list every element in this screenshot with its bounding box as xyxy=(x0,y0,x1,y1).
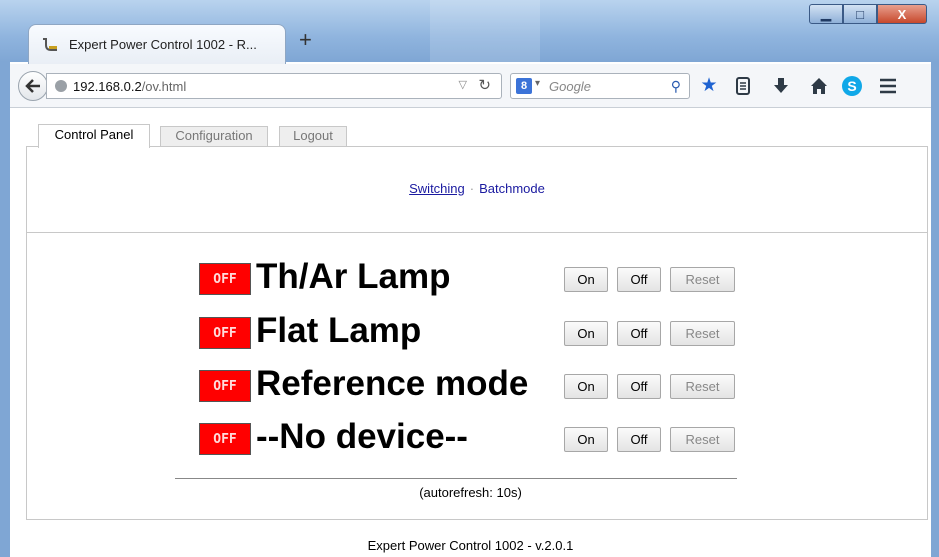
address-bar[interactable]: 192.168.0.2/ov.html ▽ ↻ xyxy=(46,73,502,99)
off-button[interactable]: Off xyxy=(617,427,661,452)
on-button[interactable]: On xyxy=(564,321,608,346)
outlet-name: --No device-- xyxy=(256,417,468,456)
tab-control-panel[interactable]: Control Panel xyxy=(38,124,150,148)
download-icon[interactable] xyxy=(769,74,793,98)
globe-icon xyxy=(55,80,67,92)
history-dropdown-icon[interactable]: ▽ xyxy=(459,78,467,91)
reset-button[interactable]: Reset xyxy=(670,321,735,346)
subnav-separator: · xyxy=(469,181,475,196)
bottom-divider xyxy=(175,478,737,479)
outlet-row: OFF Th/Ar Lamp On Off Reset xyxy=(199,257,759,299)
outlet-row: OFF Reference mode On Off Reset xyxy=(199,364,759,406)
search-placeholder: Google xyxy=(549,79,591,94)
tab-logout[interactable]: Logout xyxy=(279,126,347,146)
subnav: Switching · Batchmode xyxy=(27,181,927,196)
footer-text: Expert Power Control 1002 - v.2.0.1 xyxy=(367,538,574,553)
close-button[interactable]: X xyxy=(877,4,927,24)
reset-button[interactable]: Reset xyxy=(670,267,735,292)
menu-icon[interactable] xyxy=(876,74,900,98)
search-engine-dropdown-icon[interactable]: ▾ xyxy=(535,78,540,89)
tab-title: Expert Power Control 1002 - R... xyxy=(69,37,257,52)
off-button[interactable]: Off xyxy=(617,321,661,346)
plug-icon xyxy=(43,38,57,51)
switching-link[interactable]: Switching xyxy=(409,181,465,196)
url-text: 192.168.0.2/ov.html xyxy=(73,79,186,94)
on-button[interactable]: On xyxy=(564,427,608,452)
browser-tab[interactable]: Expert Power Control 1002 - R... xyxy=(28,24,286,64)
outlet-row: OFF Flat Lamp On Off Reset xyxy=(199,311,759,353)
outlet-name: Th/Ar Lamp xyxy=(256,257,451,296)
status-badge: OFF xyxy=(199,370,251,402)
window-controls: ▁ □ X xyxy=(809,4,927,26)
batchmode-link[interactable]: Batchmode xyxy=(479,181,545,196)
navigation-bar: 192.168.0.2/ov.html ▽ ↻ 8 ▾ Google ⚲ ★ S xyxy=(10,64,931,108)
reload-icon[interactable]: ↻ xyxy=(478,76,491,94)
off-button[interactable]: Off xyxy=(617,267,661,292)
on-button[interactable]: On xyxy=(564,267,608,292)
window-border-right xyxy=(931,62,939,557)
outlet-row: OFF --No device-- On Off Reset xyxy=(199,417,759,459)
divider xyxy=(27,232,927,233)
outlet-name: Flat Lamp xyxy=(256,311,422,350)
status-badge: OFF xyxy=(199,317,251,349)
outlet-name: Reference mode xyxy=(256,364,529,403)
window-border-left xyxy=(0,62,10,557)
reading-list-icon[interactable] xyxy=(731,74,755,98)
reset-button[interactable]: Reset xyxy=(670,427,735,452)
back-button[interactable] xyxy=(18,71,48,101)
search-bar[interactable]: 8 ▾ Google ⚲ xyxy=(510,73,690,99)
url-path: /ov.html xyxy=(141,79,187,94)
google-icon[interactable]: 8 xyxy=(516,78,532,94)
control-panel: Switching · Batchmode OFF Th/Ar Lamp On Of… xyxy=(26,146,928,520)
title-bar-highlight xyxy=(430,0,540,62)
maximize-button[interactable]: □ xyxy=(843,4,877,24)
browser-window: Expert Power Control 1002 - R... + ▁ □ X… xyxy=(0,0,939,557)
off-button[interactable]: Off xyxy=(617,374,661,399)
page-content: Control Panel Configuration Logout Switc… xyxy=(10,108,931,557)
url-host: 192.168.0.2 xyxy=(73,79,142,94)
title-bar: Expert Power Control 1002 - R... + ▁ □ X xyxy=(0,0,939,64)
reset-button[interactable]: Reset xyxy=(670,374,735,399)
status-badge: OFF xyxy=(199,263,251,295)
autorefresh-text: (autorefresh: 10s) xyxy=(419,485,522,500)
tab-configuration[interactable]: Configuration xyxy=(160,126,268,146)
search-icon[interactable]: ⚲ xyxy=(671,78,681,95)
star-icon[interactable]: ★ xyxy=(697,74,721,98)
skype-icon[interactable]: S xyxy=(840,74,864,98)
minimize-button[interactable]: ▁ xyxy=(809,4,843,24)
arrow-left-icon xyxy=(25,79,40,93)
on-button[interactable]: On xyxy=(564,374,608,399)
home-icon[interactable] xyxy=(807,74,831,98)
new-tab-button[interactable]: + xyxy=(299,29,312,51)
status-badge: OFF xyxy=(199,423,251,455)
